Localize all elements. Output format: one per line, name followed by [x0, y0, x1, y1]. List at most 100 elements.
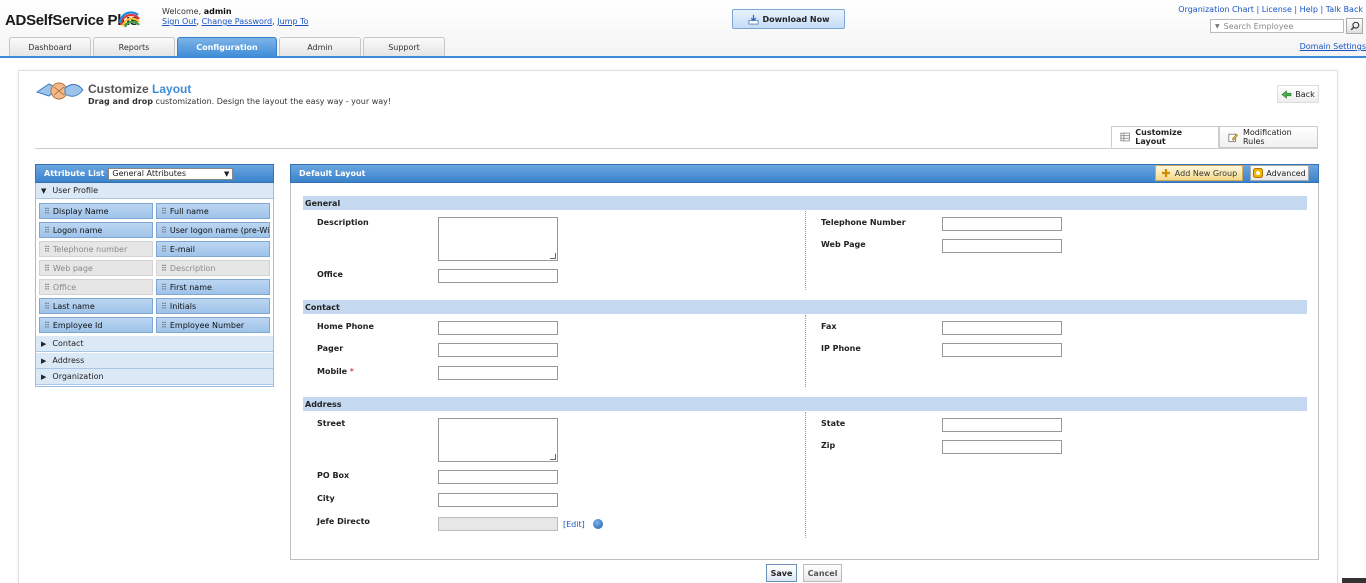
- zip-field[interactable]: [942, 440, 1062, 454]
- attr-office: ⠿ Office: [39, 279, 153, 295]
- tab-underline: [0, 56, 1366, 58]
- tab-dashboard[interactable]: Dashboard: [9, 37, 91, 57]
- drag-handle-icon: ⠿: [44, 282, 50, 292]
- user-links: Sign Out, Change Password, Jump To: [162, 17, 309, 26]
- label-zip: Zip: [821, 441, 836, 450]
- attr-initials[interactable]: ⠿ Initials: [156, 298, 270, 314]
- attr-last-name[interactable]: ⠿ Last name: [39, 298, 153, 314]
- fax-field[interactable]: [942, 321, 1062, 335]
- pager-field[interactable]: [438, 343, 558, 357]
- group-organization-label: Organization: [52, 372, 104, 381]
- back-button[interactable]: Back: [1277, 85, 1319, 103]
- attr-logon-name[interactable]: ⠿ Logon name: [39, 222, 153, 238]
- advanced-button[interactable]: Advanced: [1250, 165, 1309, 181]
- office-field[interactable]: [438, 269, 558, 283]
- column-divider: [805, 315, 806, 387]
- subtab-customize-layout-label: Customize Layout: [1135, 128, 1183, 146]
- group-contact-label: Contact: [52, 339, 84, 348]
- welcome-text: Welcome, admin: [162, 7, 232, 16]
- subtab-modification-rules[interactable]: Modification Rules: [1219, 126, 1318, 148]
- subtab-modification-rules-label: Modification Rules: [1242, 128, 1292, 146]
- grid-icon: [1120, 132, 1130, 142]
- drag-handle-icon: ⠿: [161, 244, 167, 254]
- tab-reports[interactable]: Reports: [93, 37, 175, 57]
- search-dropdown-icon[interactable]: ▼: [1215, 23, 1220, 30]
- add-new-group-button[interactable]: Add New Group: [1155, 165, 1243, 181]
- label-ip-phone: IP Phone: [821, 344, 861, 353]
- attr-user-logon-name-pre-win[interactable]: ⠿ User logon name (pre-Wi: [156, 222, 270, 238]
- attribute-type-select[interactable]: General Attributes ▼: [108, 167, 234, 180]
- search-button[interactable]: [1346, 18, 1363, 34]
- help-link[interactable]: Help: [1300, 5, 1318, 14]
- label-city: City: [317, 494, 335, 503]
- group-organization[interactable]: ▶ Organization: [36, 369, 273, 385]
- subtab-customize-layout[interactable]: Customize Layout: [1111, 126, 1219, 148]
- tab-admin[interactable]: Admin: [279, 37, 361, 57]
- attr-label: Description: [169, 263, 216, 273]
- web-page-field[interactable]: [942, 239, 1062, 253]
- domain-settings-link[interactable]: Domain Settings: [1300, 42, 1366, 51]
- subtitle-rest: customization. Design the layout the eas…: [155, 97, 392, 106]
- po-box-field[interactable]: [438, 470, 558, 484]
- organization-chart-link[interactable]: Organization Chart: [1178, 5, 1254, 14]
- username: admin: [203, 7, 232, 16]
- group-address[interactable]: ▶ Address: [36, 353, 273, 369]
- attr-label: Employee Id: [52, 320, 103, 330]
- search-icon: [1350, 21, 1359, 31]
- attr-label: Display Name: [52, 206, 109, 216]
- group-contact[interactable]: ▶ Contact: [36, 336, 273, 352]
- attr-display-name[interactable]: ⠿ Display Name: [39, 203, 153, 219]
- attr-label: Telephone number: [52, 244, 128, 254]
- tab-configuration[interactable]: Configuration: [177, 37, 277, 57]
- cancel-button[interactable]: Cancel: [803, 564, 842, 582]
- title-divider: [35, 148, 1318, 149]
- label-mobile: Mobile *: [317, 367, 354, 376]
- caret-right-icon: ▶: [41, 372, 47, 381]
- download-now-button[interactable]: Download Now: [732, 9, 845, 29]
- page-title: Customize Layout: [88, 82, 191, 96]
- attr-label: First name: [169, 282, 212, 292]
- caret-right-icon: ▶: [41, 339, 47, 348]
- tab-support[interactable]: Support: [363, 37, 445, 57]
- attr-employee-number[interactable]: ⠿ Employee Number: [156, 317, 270, 333]
- jump-to-link[interactable]: Jump To: [277, 17, 308, 26]
- change-password-link[interactable]: Change Password: [202, 17, 273, 26]
- state-field[interactable]: [942, 418, 1062, 432]
- save-button[interactable]: Save: [766, 564, 797, 582]
- default-layout-title: Default Layout: [299, 169, 366, 178]
- back-arrow-icon: [1281, 89, 1292, 99]
- telephone-number-field[interactable]: [942, 217, 1062, 231]
- group-address-label: Address: [52, 356, 85, 365]
- label-state: State: [821, 419, 846, 428]
- label-fax: Fax: [821, 322, 837, 331]
- home-phone-field[interactable]: [438, 321, 558, 335]
- talk-back-link[interactable]: Talk Back: [1326, 5, 1363, 14]
- label-office: Office: [317, 270, 343, 279]
- license-link[interactable]: License: [1262, 5, 1292, 14]
- advanced-label: Advanced: [1266, 168, 1306, 178]
- attr-employee-id[interactable]: ⠿ Employee Id: [39, 317, 153, 333]
- plus-icon: [1161, 169, 1170, 177]
- attr-first-name[interactable]: ⠿ First name: [156, 279, 270, 295]
- resize-handle-icon[interactable]: [550, 253, 556, 259]
- section-general-bar: General: [303, 196, 1307, 210]
- mobile-field[interactable]: [438, 366, 558, 380]
- edit-link[interactable]: [Edit]: [563, 520, 585, 529]
- attr-label: Last name: [52, 301, 95, 311]
- group-user-profile[interactable]: ▼ User Profile: [36, 183, 273, 199]
- customize-hands-icon: [35, 82, 84, 100]
- resize-handle-icon[interactable]: [550, 454, 556, 460]
- info-icon[interactable]: [593, 519, 603, 529]
- section-contact-title: Contact: [305, 302, 340, 312]
- jefe-directo-field: [438, 517, 558, 531]
- street-textarea[interactable]: [438, 418, 558, 462]
- city-field[interactable]: [438, 493, 558, 507]
- attr-e-mail[interactable]: ⠿ E-mail: [156, 241, 270, 257]
- description-textarea[interactable]: [438, 217, 558, 261]
- sign-out-link[interactable]: Sign Out: [162, 17, 197, 26]
- drag-handle-icon: ⠿: [44, 225, 50, 235]
- attr-label: Employee Number: [169, 320, 245, 330]
- ip-phone-field[interactable]: [942, 343, 1062, 357]
- attr-full-name[interactable]: ⠿ Full name: [156, 203, 270, 219]
- search-employee-input[interactable]: ▼ Search Employee: [1210, 19, 1344, 33]
